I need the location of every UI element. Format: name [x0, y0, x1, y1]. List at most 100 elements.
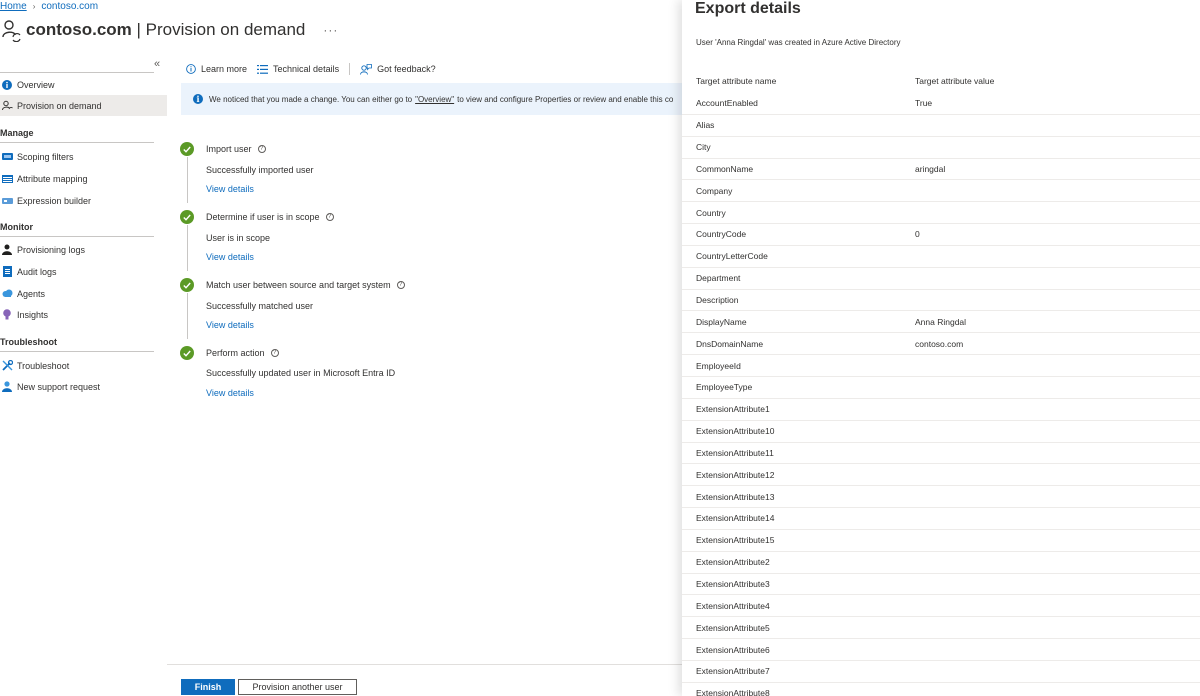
- check-circle-icon: [180, 278, 194, 292]
- lightbulb-icon: [1, 309, 13, 321]
- sidebar-item-troubleshoot[interactable]: Troubleshoot: [0, 355, 167, 376]
- attribute-name: Company: [696, 185, 733, 196]
- table-row: Department: [682, 268, 1200, 290]
- nav-group-monitor: Monitor: [0, 222, 33, 232]
- sidebar-item-label: Provision on demand: [17, 100, 102, 111]
- sidebar-item-new-support-request[interactable]: New support request: [0, 376, 167, 397]
- technical-details-button[interactable]: Technical details: [257, 64, 339, 74]
- export-details-panel: Export details User 'Anna Ringdal' was c…: [682, 0, 1200, 696]
- sidebar-item-provision-on-demand[interactable]: Provision on demand: [0, 95, 167, 116]
- sidebar-item-agents[interactable]: Agents: [0, 283, 167, 304]
- view-details-link[interactable]: View details: [206, 320, 254, 330]
- table-row: ExtensionAttribute11: [682, 443, 1200, 465]
- table-row: EmployeeType: [682, 377, 1200, 399]
- banner-overview-link[interactable]: "Overview": [415, 95, 454, 104]
- step-title: Determine if user is in scope ?: [206, 212, 334, 222]
- attribute-value: True: [915, 98, 933, 109]
- breadcrumb-current-link[interactable]: contoso.com: [41, 1, 98, 12]
- attribute-name: ExtensionAttribute5: [696, 622, 770, 633]
- table-row: ExtensionAttribute10: [682, 421, 1200, 443]
- chevron-right-icon: ›: [32, 1, 36, 11]
- question-icon[interactable]: ?: [270, 349, 279, 357]
- attribute-name: ExtensionAttribute13: [696, 491, 775, 502]
- banner-text-before: We noticed that you made a change. You c…: [209, 94, 413, 104]
- column-header-value: Target attribute value: [915, 76, 995, 86]
- sidebar-item-label: Insights: [17, 309, 49, 320]
- step-title: Import user ?: [206, 144, 266, 154]
- collapse-sidebar-button[interactable]: «: [154, 58, 160, 70]
- feedback-label: Got feedback?: [377, 64, 436, 74]
- step-connector: [186, 157, 188, 203]
- attribute-name: Department: [696, 273, 741, 284]
- attribute-value: 0: [915, 229, 920, 240]
- attribute-name: ExtensionAttribute1: [696, 404, 770, 415]
- step-connector: [186, 225, 188, 271]
- table-row: ExtensionAttribute15: [682, 530, 1200, 552]
- step-title-text: Determine if user is in scope: [206, 212, 320, 222]
- step-description: Successfully matched user: [206, 301, 314, 311]
- step-title-text: Import user: [206, 144, 252, 154]
- step-title-text: Match user between source and target sys…: [206, 280, 391, 290]
- table-row: CountryLetterCode: [682, 246, 1200, 268]
- table-row: DnsDomainName contoso.com: [682, 333, 1200, 356]
- info-outline-icon: [186, 64, 196, 74]
- sidebar-item-expression-builder[interactable]: Expression builder: [0, 190, 167, 211]
- expression-icon: [1, 195, 13, 207]
- attribute-name: ExtensionAttribute11: [696, 447, 774, 458]
- view-details-link[interactable]: View details: [206, 184, 254, 194]
- attribute-name: Country: [696, 207, 726, 218]
- table-row: AccountEnabled True: [682, 93, 1200, 115]
- finish-button[interactable]: Finish: [181, 679, 235, 695]
- person-sync-icon: [1, 100, 13, 112]
- attribute-name: ExtensionAttribute10: [696, 426, 775, 437]
- attribute-name: ExtensionAttribute6: [696, 644, 770, 655]
- sidebar-item-provisioning-logs[interactable]: Provisioning logs: [0, 239, 167, 260]
- provision-another-user-button[interactable]: Provision another user: [238, 679, 357, 695]
- table-row: ExtensionAttribute4: [682, 595, 1200, 618]
- view-details-link[interactable]: View details: [206, 388, 254, 398]
- sidebar-item-label: Audit logs: [17, 266, 57, 277]
- page-title-resource: contoso.com: [26, 20, 132, 39]
- attribute-name: ExtensionAttribute12: [696, 469, 775, 480]
- sidebar-item-scoping-filters[interactable]: Scoping filters: [0, 146, 167, 167]
- breadcrumb-home-link[interactable]: Home: [0, 1, 27, 12]
- attribute-name: ExtensionAttribute15: [696, 535, 775, 546]
- sidebar-divider: [0, 236, 154, 237]
- question-icon[interactable]: ?: [257, 145, 266, 153]
- feedback-button[interactable]: Got feedback?: [360, 63, 436, 75]
- learn-more-button[interactable]: Learn more: [186, 64, 247, 74]
- page-title-blade: | Provision on demand: [136, 20, 306, 39]
- table-row: Description: [682, 290, 1200, 312]
- table-row: Company: [682, 180, 1200, 203]
- table-row: City: [682, 137, 1200, 159]
- command-bar: Learn more Technical details Got feedbac…: [186, 62, 446, 76]
- step-title-text: Perform action: [206, 348, 265, 358]
- view-details-link[interactable]: View details: [206, 252, 254, 262]
- table-header: Target attribute name Target attribute v…: [682, 70, 1200, 92]
- breadcrumb: Home › contoso.com: [0, 0, 98, 12]
- question-icon[interactable]: ?: [396, 281, 405, 289]
- feedback-icon: [360, 63, 372, 75]
- sidebar-item-attribute-mapping[interactable]: Attribute mapping: [0, 168, 167, 189]
- attribute-name: CommonName: [696, 163, 754, 174]
- table-row: CommonName aringdal: [682, 159, 1200, 181]
- step-title: Match user between source and target sys…: [206, 280, 405, 290]
- attribute-name: CountryLetterCode: [696, 251, 768, 262]
- sidebar-item-insights[interactable]: Insights: [0, 304, 167, 325]
- check-circle-icon: [180, 142, 194, 156]
- more-options-button[interactable]: ···: [323, 23, 338, 37]
- sidebar-item-label: New support request: [17, 381, 101, 392]
- table-row: EmployeeId: [682, 355, 1200, 377]
- step-description: Successfully updated user in Microsoft E…: [206, 368, 396, 378]
- table-row: ExtensionAttribute1: [682, 399, 1200, 421]
- sidebar-item-audit-logs[interactable]: Audit logs: [0, 261, 167, 282]
- question-icon[interactable]: ?: [325, 213, 334, 221]
- attribute-name: ExtensionAttribute2: [696, 557, 770, 568]
- learn-more-label: Learn more: [201, 64, 248, 74]
- attribute-value: contoso.com: [915, 338, 964, 349]
- sidebar-item-overview[interactable]: Overview: [0, 74, 167, 95]
- panel-title: Export details: [695, 0, 801, 17]
- attribute-name: ExtensionAttribute4: [696, 600, 770, 611]
- check-circle-icon: [180, 210, 194, 224]
- panel-subtitle: User 'Anna Ringdal' was created in Azure…: [696, 38, 901, 47]
